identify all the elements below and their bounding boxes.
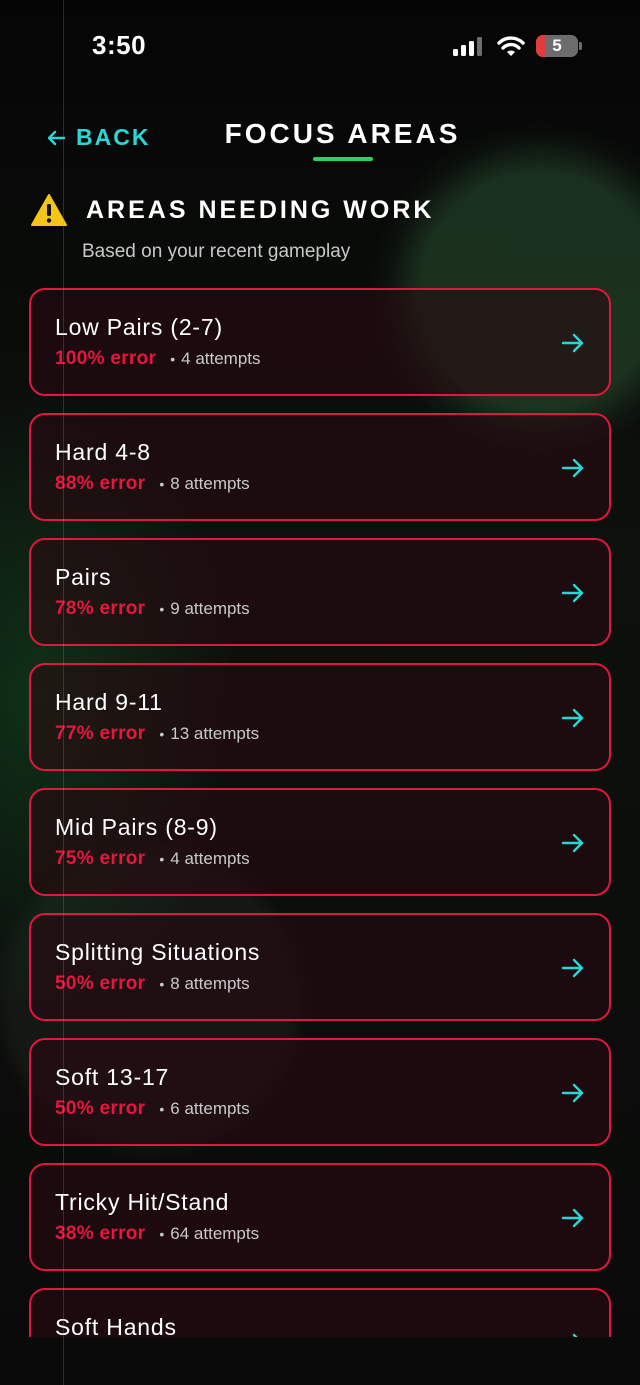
attempt-count: 13 attempts	[170, 724, 260, 743]
focus-area-meta: 75% error • 4 attempts	[55, 848, 250, 870]
arrow-right-icon	[561, 708, 584, 728]
focus-area-list: Low Pairs (2-7) 100% error • 4 attempts …	[0, 0, 640, 1337]
error-rate: 38% error	[55, 1223, 146, 1244]
separator-dot: •	[159, 476, 165, 492]
focus-area-meta: 77% error • 13 attempts	[55, 723, 259, 745]
focus-area-meta: 78% error • 9 attempts	[55, 598, 250, 620]
focus-area-name: Soft 13-17	[55, 1064, 170, 1090]
arrow-right-icon	[561, 1208, 584, 1228]
focus-area-meta: 38% error • 64 attempts	[55, 1223, 259, 1245]
focus-area-card[interactable]: Splitting Situations 50% error • 8 attem…	[29, 913, 611, 1021]
attempt-count: 8 attempts	[170, 474, 250, 493]
separator-dot: •	[159, 851, 165, 867]
focus-area-name: Hard 4-8	[55, 439, 151, 465]
attempt-count: 8 attempts	[170, 974, 250, 993]
focus-area-name: Splitting Situations	[55, 939, 261, 965]
focus-area-meta: 50% error • 8 attempts	[55, 973, 250, 995]
separator-dot: •	[159, 1226, 165, 1242]
focus-area-name: Hard 9-11	[55, 689, 163, 715]
separator-dot: •	[159, 1101, 165, 1117]
arrow-right-icon	[561, 1083, 584, 1103]
arrow-right-icon	[561, 958, 584, 978]
error-rate: 50% error	[55, 1098, 146, 1119]
attempt-count: 6 attempts	[170, 1099, 250, 1118]
focus-area-card[interactable]: Hard 4-8 88% error • 8 attempts	[29, 413, 611, 521]
focus-area-meta: 88% error • 8 attempts	[55, 473, 250, 495]
arrow-right-icon	[572, 1333, 578, 1337]
focus-area-meta: 50% error • 6 attempts	[55, 1098, 250, 1120]
attempt-count: 64 attempts	[170, 1224, 260, 1243]
error-rate: 88% error	[55, 473, 146, 494]
guide-line	[63, 0, 64, 1385]
separator-dot: •	[170, 351, 176, 367]
focus-area-name: Tricky Hit/Stand	[55, 1189, 230, 1215]
focus-area-card[interactable]: Low Pairs (2-7) 100% error • 4 attempts	[29, 288, 611, 396]
attempt-count: 9 attempts	[170, 599, 250, 618]
arrow-right-icon	[561, 583, 584, 603]
focus-area-name: Soft Hands	[55, 1314, 177, 1337]
separator-dot: •	[159, 726, 165, 742]
focus-area-name: Mid Pairs (8-9)	[55, 814, 218, 840]
attempt-count: 4 attempts	[181, 349, 261, 368]
arrow-right-icon	[561, 833, 584, 853]
focus-area-card[interactable]: Hard 9-11 77% error • 13 attempts	[29, 663, 611, 771]
focus-area-card[interactable]: Tricky Hit/Stand 38% error • 64 attempts	[29, 1163, 611, 1271]
focus-area-card[interactable]: Mid Pairs (8-9) 75% error • 4 attempts	[29, 788, 611, 896]
arrow-right-icon	[561, 333, 584, 353]
error-rate: 50% error	[55, 973, 146, 994]
separator-dot: •	[159, 601, 165, 617]
arrow-right-icon	[561, 458, 584, 478]
focus-area-meta: 100% error • 4 attempts	[55, 348, 261, 370]
error-rate: 78% error	[55, 598, 146, 619]
error-rate: 75% error	[55, 848, 146, 869]
focus-area-name: Low Pairs (2-7)	[55, 314, 223, 340]
focus-area-card[interactable]: Soft 13-17 50% error • 6 attempts	[29, 1038, 611, 1146]
attempt-count: 4 attempts	[170, 849, 250, 868]
error-rate: 100% error	[55, 348, 157, 369]
focus-area-card[interactable]: Pairs 78% error • 9 attempts	[29, 538, 611, 646]
focus-area-card[interactable]: Soft Hands	[29, 1288, 611, 1337]
separator-dot: •	[159, 976, 165, 992]
error-rate: 77% error	[55, 723, 146, 744]
